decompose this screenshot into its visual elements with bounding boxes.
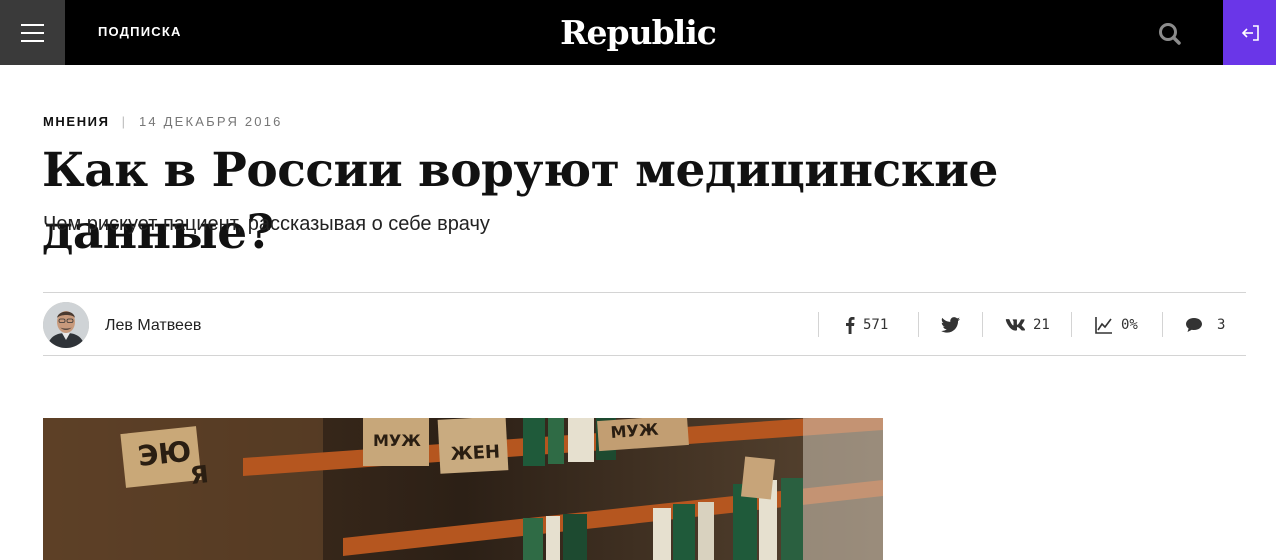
author-name[interactable]: Лев Матвеев — [105, 317, 201, 335]
folder-tag-label: ЭЮ — [136, 435, 193, 473]
divider — [982, 312, 983, 337]
author-avatar[interactable] — [43, 302, 89, 348]
publish-date: 14 ДЕКАБРЯ 2016 — [138, 114, 283, 129]
facebook-icon — [846, 317, 855, 334]
divider — [1162, 312, 1163, 337]
twitter-icon — [941, 317, 960, 333]
folder-tag-label: Я — [189, 460, 210, 490]
meta-separator: | — [121, 114, 127, 129]
facebook-share-button[interactable]: 571 — [845, 313, 888, 337]
folder-tag-label: ЖЕН — [450, 441, 500, 465]
comment-bubble-icon — [1186, 318, 1202, 332]
folder-tag-label: МУЖ — [610, 420, 659, 442]
login-icon — [1241, 25, 1259, 41]
divider — [918, 312, 919, 337]
site-logo[interactable]: Republic — [0, 13, 1276, 52]
vk-share-button[interactable]: 21 — [1005, 313, 1050, 337]
vk-share-count: 21 — [1033, 317, 1050, 333]
facebook-share-count: 571 — [863, 317, 889, 333]
read-percent: 0% — [1121, 317, 1138, 333]
comments-count: 3 — [1217, 317, 1226, 333]
top-navigation-bar: ПОДПИСКА Republic — [0, 0, 1276, 65]
divider — [1071, 312, 1072, 337]
rubric-link[interactable]: МНЕНИЯ — [43, 114, 110, 129]
article-hero-image: ЭЮ Я МУЖ ЖЕН МУЖ — [43, 418, 883, 560]
chart-trend-icon — [1095, 317, 1112, 334]
article-title: Как в России воруют медицинские данные? — [42, 143, 998, 260]
comments-button[interactable]: 3 — [1185, 313, 1225, 337]
twitter-share-button[interactable] — [941, 313, 960, 337]
article-subtitle: Чем рискует пациент, рассказывая о себе … — [43, 213, 490, 235]
archive-shelves-illustration: ЭЮЯ МУЖ ЖЕН МУЖ — [43, 418, 883, 560]
read-progress-indicator: 0% — [1095, 313, 1138, 337]
author-share-bar: Лев Матвеев 571 21 0% 3 — [43, 292, 1246, 356]
search-icon[interactable] — [1150, 14, 1190, 54]
article-meta: МНЕНИЯ | 14 ДЕКАБРЯ 2016 — [43, 114, 283, 129]
divider — [818, 312, 819, 337]
login-button[interactable] — [1223, 0, 1276, 65]
vk-icon — [1005, 319, 1025, 331]
folder-tag-label: МУЖ — [373, 431, 421, 450]
